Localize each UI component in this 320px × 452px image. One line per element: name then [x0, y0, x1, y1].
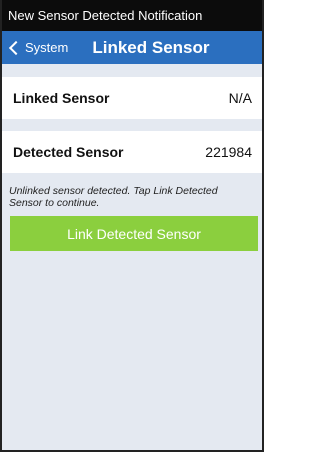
window-title: New Sensor Detected Notification: [8, 8, 203, 23]
page-title: Linked Sensor: [92, 37, 210, 57]
link-detected-sensor-button[interactable]: Link Detected Sensor: [10, 216, 258, 251]
linked-sensor-label: Linked Sensor: [13, 90, 110, 106]
app-window: New Sensor Detected Notification System …: [0, 0, 264, 452]
linked-sensor-row: Linked Sensor N/A: [2, 77, 262, 119]
detected-sensor-label: Detected Sensor: [13, 144, 124, 160]
linked-sensor-value: N/A: [228, 90, 252, 106]
unlinked-notice-text: Unlinked sensor detected. Tap Link Detec…: [9, 185, 218, 209]
back-button-label: System: [25, 40, 69, 55]
back-button[interactable]: System: [2, 40, 68, 55]
navigation-bar: System Linked Sensor: [2, 31, 262, 64]
chevron-left-icon: [8, 40, 24, 55]
detected-sensor-row: Detected Sensor 221984: [2, 131, 262, 173]
detected-sensor-value: 221984: [205, 144, 252, 160]
window-titlebar: New Sensor Detected Notification: [2, 0, 262, 31]
